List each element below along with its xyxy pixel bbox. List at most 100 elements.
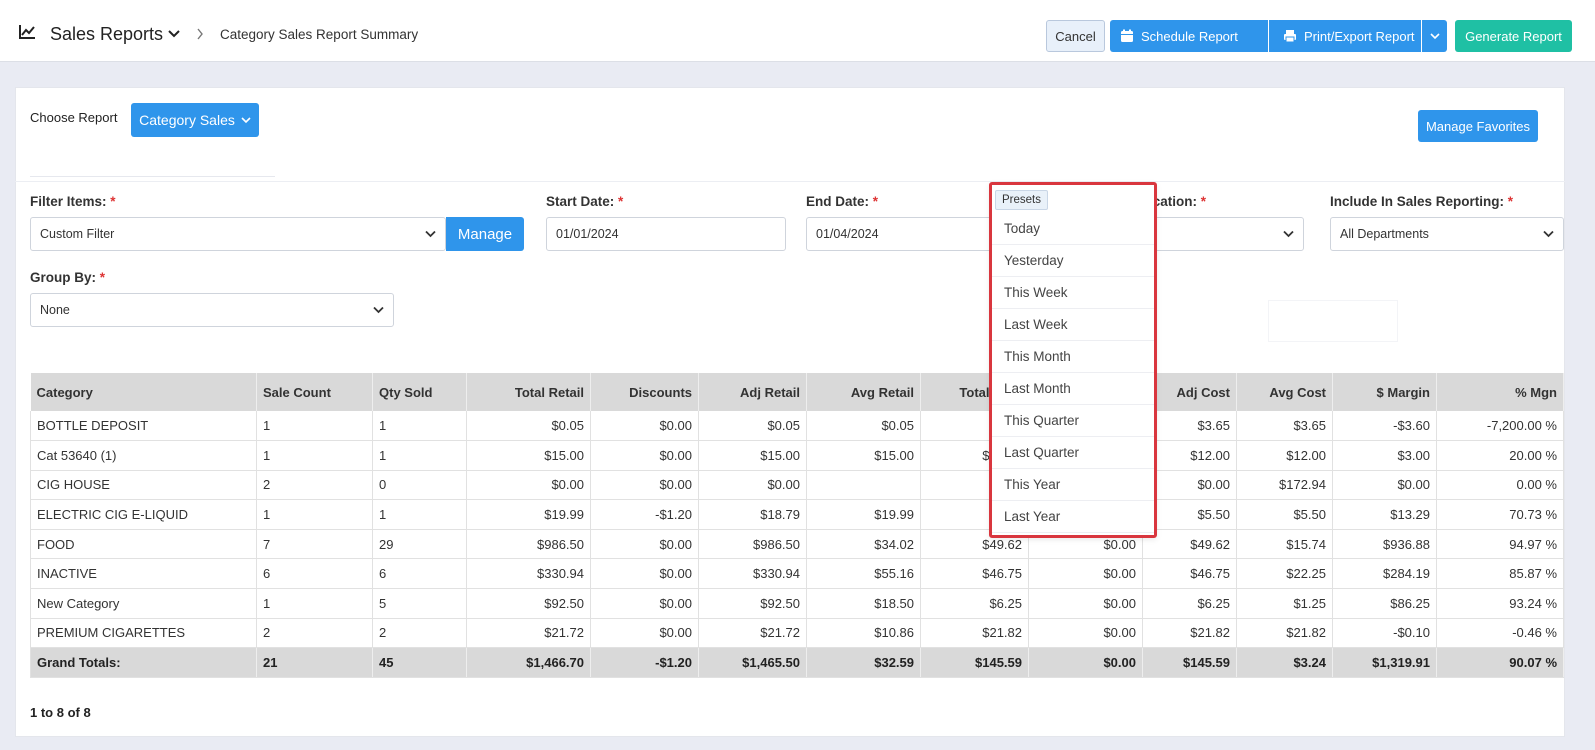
column-header[interactable]: Qty Sold [372,373,467,411]
table-cell: $15.00 [698,440,807,471]
table-cell: $0.00 [466,470,591,501]
table-cell: $55.16 [806,558,921,590]
preset-option[interactable]: Last Year [992,500,1154,533]
table-row[interactable]: New Category 1 5 $92.50 $0.00 $92.50 $18.50 $6.… [30,588,1564,619]
table-cell: $86.25 [1332,588,1437,619]
table-cell: $15.00 [466,440,591,471]
manage-favorites-button[interactable]: Manage Favorites [1418,110,1538,142]
table-cell: $284.19 [1332,558,1437,590]
table-row[interactable]: Cat 53640 (1) 1 1 $15.00 $0.00 $15.00 $15.00 $1… [30,440,1564,471]
column-header[interactable]: Category [30,373,257,411]
category-sales-dropdown[interactable]: Category Sales [131,103,259,137]
divider [30,176,275,177]
table-cell: $92.50 [466,588,591,619]
table-cell: $986.50 [466,529,591,560]
generate-report-button[interactable]: Generate Report [1455,20,1572,52]
table-body: BOTTLE DEPOSIT 1 1 $0.05 $0.00 $0.05 $0.05 $3.6… [30,411,1564,678]
column-header[interactable]: Sale Count [256,373,373,411]
start-date-input[interactable]: 01/01/2024 [546,217,786,251]
required-marker: * [872,194,879,209]
preset-option[interactable]: Today [992,212,1154,245]
table-row[interactable]: FOOD 7 29 $986.50 $0.00 $986.50 $34.02 $49.62 $0… [30,529,1564,560]
table-cell: $22.25 [1236,558,1333,590]
column-header[interactable]: % Mgn [1436,373,1564,411]
table-cell: -$3.60 [1332,411,1437,442]
preset-option[interactable]: Yesterday [992,244,1154,277]
table-cell: $15.74 [1236,529,1333,560]
table-cell: $936.88 [1332,529,1437,560]
table-row[interactable]: INACTIVE 6 6 $330.94 $0.00 $330.94 $55.16 $46.7… [30,558,1564,590]
total-cell: $1,319.91 [1332,647,1437,678]
total-cell: Grand Totals: [30,647,257,678]
breadcrumb: Category Sales Report Summary [220,27,419,42]
preset-option[interactable]: Last Quarter [992,436,1154,469]
table-cell: $21.82 [1142,618,1237,649]
end-date-input[interactable]: 01/04/2024 [806,217,996,251]
chevron-right-icon [197,28,203,40]
table-cell: $21.72 [466,618,591,649]
table-cell: 2 [256,470,373,501]
total-cell: $3.24 [1236,647,1333,678]
chevron-down-icon [1283,230,1294,238]
column-header[interactable]: Discounts [590,373,699,411]
table-cell: $19.99 [806,499,921,530]
table-cell: $0.00 [1332,470,1437,501]
table-cell: $18.79 [698,499,807,530]
column-header[interactable]: Adj Retail [698,373,807,411]
group-by-select[interactable]: None [30,293,394,327]
table-row[interactable]: ELECTRIC CIG E-LIQUID 1 1 $19.99 -$1.20 $18.7… [30,499,1564,530]
schedule-report-button[interactable]: Schedule Report [1110,20,1268,52]
print-export-dropdown[interactable] [1422,20,1447,52]
preset-option[interactable]: This Month [992,340,1154,373]
table-row[interactable]: PREMIUM CIGARETTES 2 2 $21.72 $0.00 $21.72 $10… [30,618,1564,649]
end-date-value: 01/04/2024 [816,227,879,241]
table-row[interactable]: BOTTLE DEPOSIT 1 1 $0.05 $0.00 $0.05 $0.05 $3.6… [30,411,1564,442]
total-cell: $1,465.50 [698,647,807,678]
table-cell: 2 [372,618,467,649]
column-header[interactable]: Total Retail [466,373,591,411]
table-cell: $0.00 [590,618,699,649]
include-in-sales-select[interactable]: All Departments [1330,217,1564,251]
start-date-label-text: Start Date: [546,194,615,209]
divider [15,181,1565,182]
preset-option[interactable]: This Quarter [992,404,1154,437]
choose-report-label: Choose Report [30,110,118,125]
manage-filter-button[interactable]: Manage [446,217,524,251]
table-cell: $10.86 [806,618,921,649]
preset-option[interactable]: This Year [992,468,1154,501]
presets-tag[interactable]: Presets [995,190,1048,210]
table-cell: PREMIUM CIGARETTES [30,618,257,649]
preset-option[interactable]: Last Month [992,372,1154,405]
table-cell: 5 [372,588,467,619]
table-cell: $13.29 [1332,499,1437,530]
column-header[interactable]: Avg Cost [1236,373,1333,411]
table-cell: $0.05 [698,411,807,442]
table-cell: $172.94 [1236,470,1333,501]
page-title[interactable]: Sales Reports [50,24,163,45]
table-cell: $12.00 [1236,440,1333,471]
printer-icon [1284,30,1296,43]
table-cell: 1 [256,588,373,619]
cancel-button[interactable]: Cancel [1046,20,1105,52]
column-header[interactable]: Avg Retail [806,373,921,411]
print-export-button[interactable]: Print/Export Report [1273,20,1421,52]
table-cell: $46.75 [920,558,1029,590]
table-cell: 85.87 % [1436,558,1564,590]
table-cell: 29 [372,529,467,560]
chevron-down-icon[interactable] [168,29,180,39]
preset-option[interactable]: This Week [992,276,1154,309]
table-row[interactable]: CIG HOUSE20$0.00$0.00$0.00$0.00$0.00$0.0… [30,470,1564,501]
table-cell: $34.02 [806,529,921,560]
table-cell: $18.50 [806,588,921,619]
table-cell: -7,200.00 % [1436,411,1564,442]
required-marker: * [618,194,624,209]
column-header[interactable]: $ Margin [1332,373,1437,411]
table-cell: 70.73 % [1436,499,1564,530]
total-cell: $145.59 [1142,647,1237,678]
pagination-info: 1 to 8 of 8 [30,705,91,720]
table-cell: ELECTRIC CIG E-LIQUID [30,499,257,530]
filter-items-select[interactable]: Custom Filter [30,217,446,251]
preset-option[interactable]: Last Week [992,308,1154,341]
table-cell: $0.00 [698,470,807,501]
start-date-value: 01/01/2024 [556,227,619,241]
